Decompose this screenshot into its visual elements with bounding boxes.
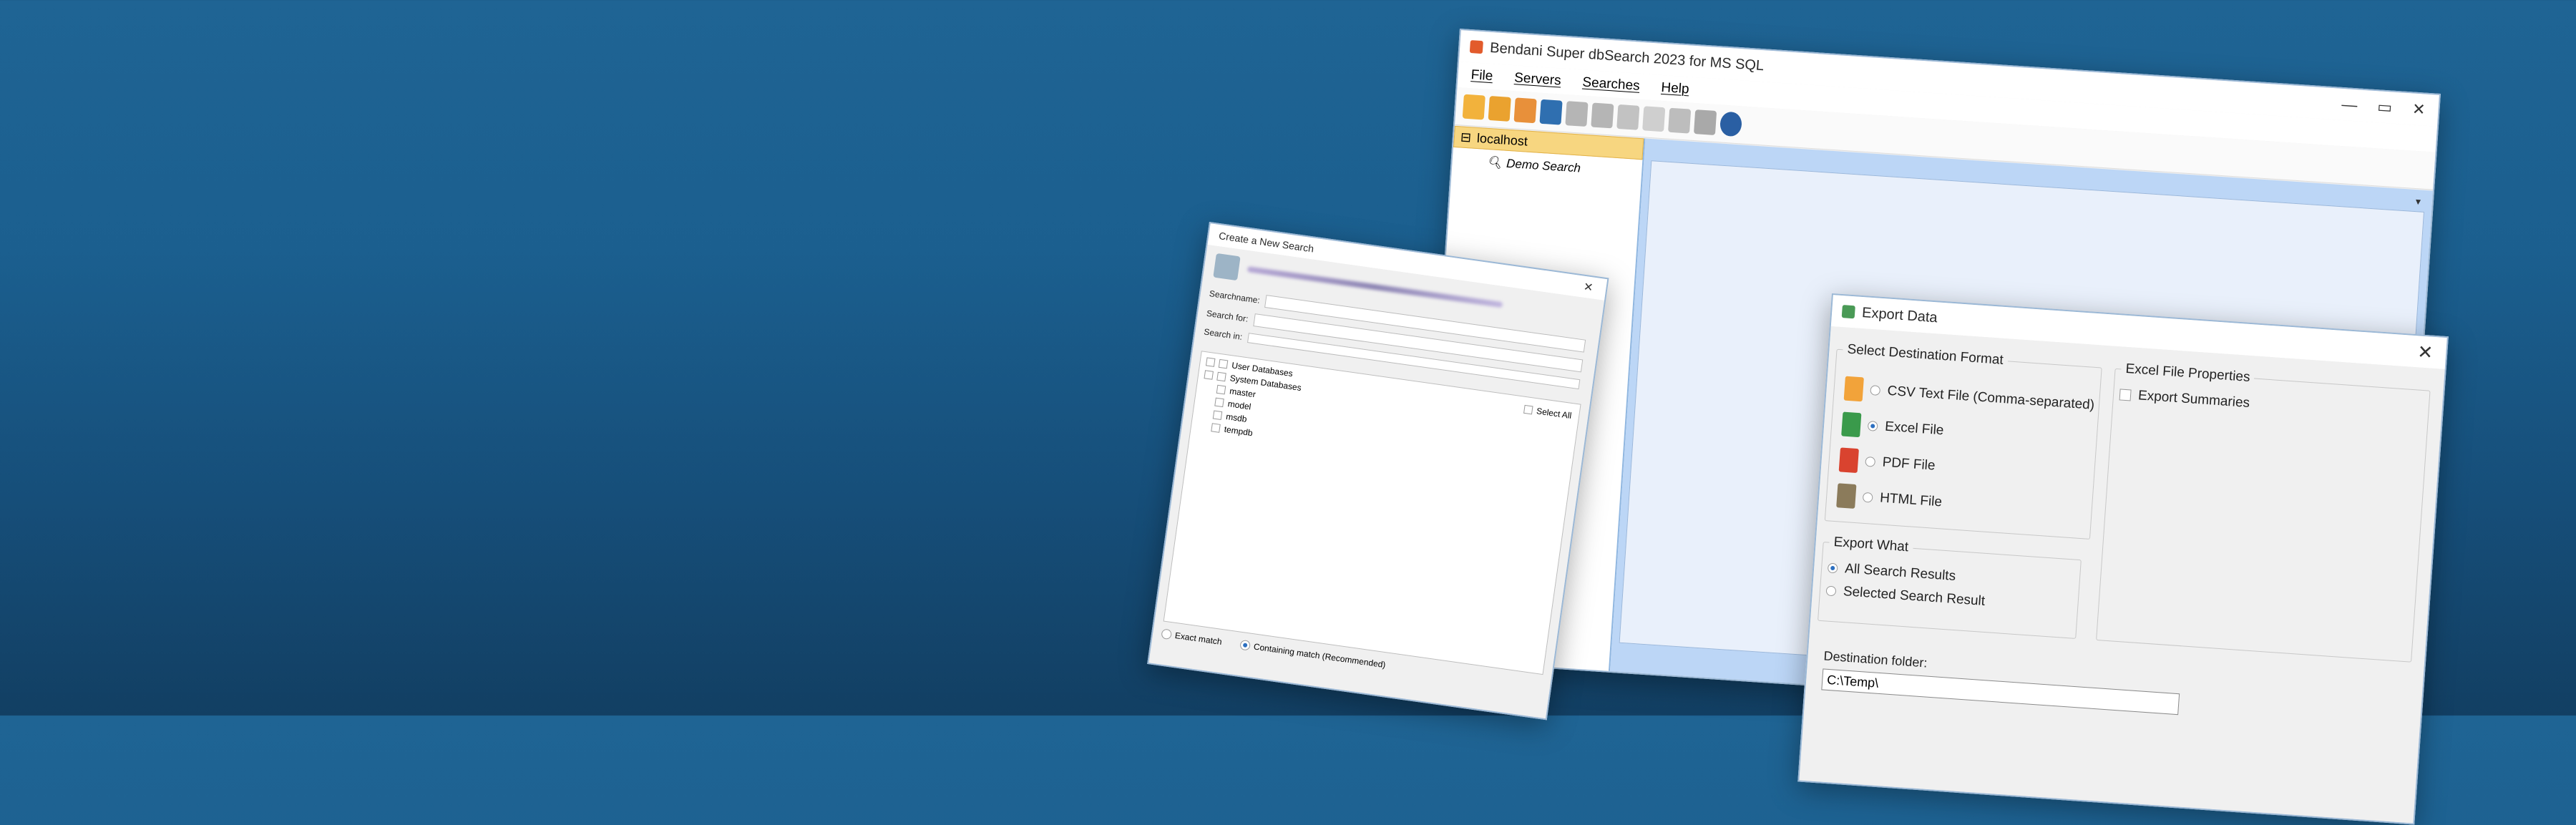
checkbox[interactable] <box>1216 384 1226 395</box>
menu-servers[interactable]: Servers <box>1513 70 1562 89</box>
export-icon <box>1841 305 1855 319</box>
radio-excel[interactable] <box>1867 420 1878 431</box>
radio-all-results[interactable] <box>1827 562 1838 574</box>
open-icon[interactable] <box>1488 95 1511 122</box>
checkbox[interactable] <box>1212 410 1223 421</box>
help-icon[interactable] <box>1719 111 1743 137</box>
destination-folder-input[interactable]: C:\Temp\ <box>1821 668 2180 716</box>
checkbox[interactable] <box>1214 397 1224 408</box>
select-all-checkbox[interactable]: Select All <box>1523 404 1572 421</box>
minimize-button[interactable]: — <box>2341 95 2358 114</box>
destination-format-label: Select Destination Format <box>1846 341 2004 368</box>
database-tree: User Databases System Databases master m… <box>1163 351 1581 675</box>
open-icon[interactable] <box>1462 94 1485 120</box>
searchname-label: Searchname: <box>1209 288 1261 306</box>
export-summaries-option[interactable]: Export Summaries <box>2119 386 2250 411</box>
radio[interactable] <box>1239 639 1252 651</box>
find-icon[interactable] <box>1668 107 1692 134</box>
search-icon[interactable] <box>1539 99 1563 125</box>
checkbox[interactable] <box>1523 404 1533 415</box>
search-icon[interactable] <box>1565 101 1589 127</box>
destination-format-group: Select Destination Format CSV Text File … <box>1824 341 2103 540</box>
radio[interactable] <box>1161 628 1173 640</box>
searchin-label: Search in: <box>1203 326 1244 342</box>
format-option-csv[interactable]: CSV Text File (Comma-separated) <box>1843 376 2096 418</box>
radio-csv[interactable] <box>1870 385 1881 396</box>
export-summaries-checkbox[interactable] <box>2119 389 2132 401</box>
report-icon[interactable] <box>1642 106 1666 132</box>
server-icon: ⊟ <box>1460 129 1472 145</box>
expand-icon <box>1204 370 1214 380</box>
create-dialog-close-button[interactable]: ✕ <box>1583 280 1594 296</box>
run-icon[interactable] <box>1616 104 1640 130</box>
tree-node-tempdb[interactable]: tempdb <box>1211 422 1253 438</box>
tree-node-demo-search[interactable]: 🔍︎ Demo Search <box>1486 155 1642 180</box>
cancel-button[interactable]: Cancel <box>1330 690 1413 718</box>
menu-help[interactable]: Help <box>1661 80 1689 98</box>
excel-properties-label: Excel File Properties <box>2124 361 2251 386</box>
export-what-label: Export What <box>1833 534 1909 555</box>
magnifier-icon: 🔍︎ <box>1486 155 1503 170</box>
export-data-dialog: Export Data ✕ Select Destination Format … <box>1797 293 2449 825</box>
format-option-excel[interactable]: Excel File <box>1841 411 1944 443</box>
destination-folder-label: Destination folder: <box>1823 648 1928 670</box>
print-icon[interactable] <box>1693 109 1717 135</box>
export-all-results-option[interactable]: All Search Results <box>1827 560 1956 585</box>
export-what-group: Export What All Search Results Selected … <box>1818 534 2082 639</box>
excel-properties-group: Excel File Properties Export Summaries <box>2096 360 2431 663</box>
create-search-dialog: Create a New Search ✕ Searchname: Search… <box>1147 222 1609 721</box>
radio-html[interactable] <box>1862 492 1873 503</box>
excel-file-icon <box>1841 411 1862 438</box>
database-search-icon <box>1213 253 1241 281</box>
radio-selected-result[interactable] <box>1825 585 1837 597</box>
checkbox[interactable] <box>1211 423 1221 433</box>
csv-file-icon <box>1843 376 1864 402</box>
format-option-pdf[interactable]: PDF File <box>1838 447 1936 478</box>
menu-file[interactable]: File <box>1470 67 1493 84</box>
pdf-file-icon <box>1838 447 1859 474</box>
menu-searches[interactable]: Searches <box>1582 75 1640 94</box>
searchfor-label: Search for: <box>1206 308 1249 324</box>
export-dialog-close-button[interactable]: ✕ <box>2416 341 2434 363</box>
checkbox[interactable] <box>1216 371 1226 382</box>
html-file-icon <box>1836 483 1857 509</box>
close-button[interactable]: ✕ <box>2411 99 2426 119</box>
export-dialog-title: Export Data <box>1861 304 1938 326</box>
tree-node-model[interactable]: model <box>1214 397 1252 412</box>
exact-match-option[interactable]: Exact match <box>1161 628 1222 647</box>
radio-pdf[interactable] <box>1865 456 1876 467</box>
maximize-button[interactable]: ▭ <box>2376 97 2393 117</box>
app-icon <box>1469 40 1483 54</box>
export-selected-result-option[interactable]: Selected Search Result <box>1825 582 1986 609</box>
checkbox[interactable] <box>1218 358 1229 369</box>
tree-node-msdb[interactable]: msdb <box>1212 409 1247 424</box>
format-option-html[interactable]: HTML File <box>1836 483 1943 514</box>
delete-icon[interactable] <box>1513 97 1537 124</box>
expand-icon <box>1205 357 1216 367</box>
search-icon[interactable] <box>1591 102 1614 129</box>
collapse-icon[interactable] <box>1521 718 1536 721</box>
dropdown-arrow-icon[interactable]: ▾ <box>2415 195 2421 208</box>
